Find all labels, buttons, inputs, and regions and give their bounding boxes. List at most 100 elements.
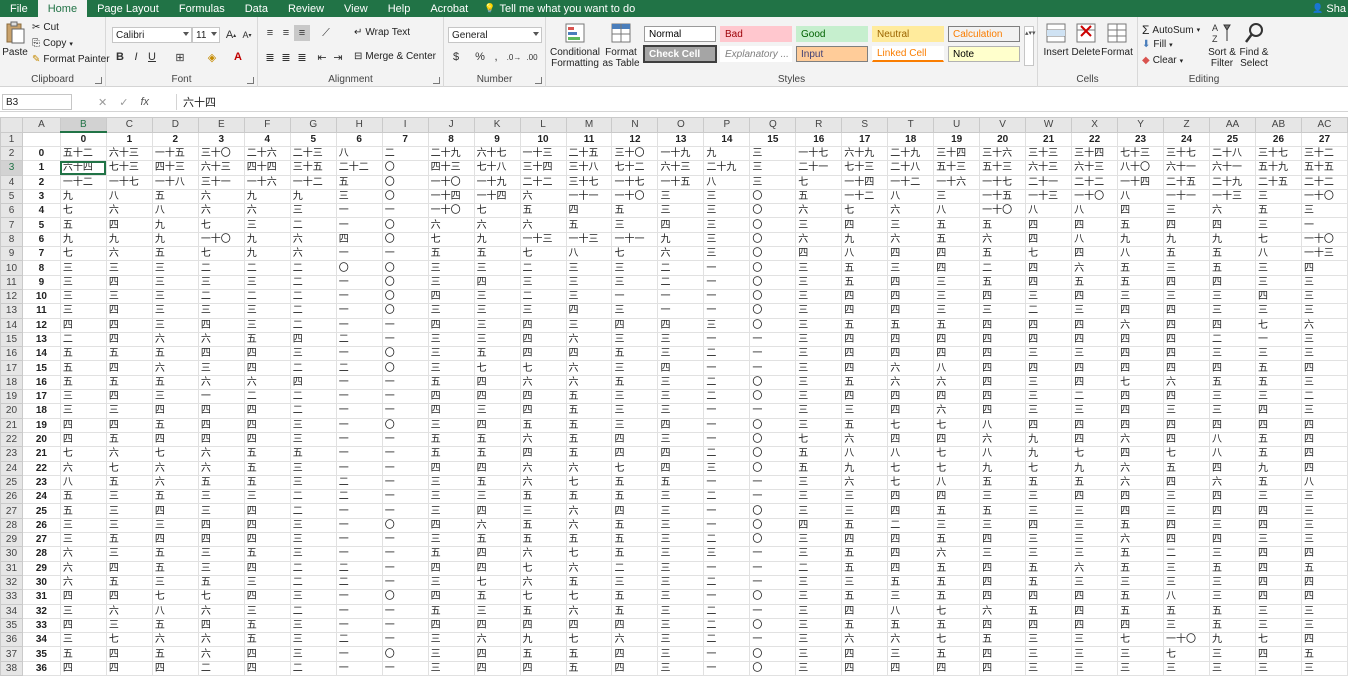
cell[interactable]: 六 xyxy=(59,560,107,576)
cell[interactable]: 三 xyxy=(243,574,291,591)
cell[interactable]: 一 xyxy=(335,517,383,534)
row-header-15[interactable]: 15 xyxy=(0,331,23,348)
cell[interactable]: 27 xyxy=(1300,131,1348,147)
cell[interactable]: 六 xyxy=(519,546,567,562)
cell[interactable]: 七 xyxy=(473,360,521,376)
cell[interactable]: 一 xyxy=(335,346,383,362)
cell[interactable]: 一 xyxy=(335,274,383,290)
cell[interactable]: 二十二 xyxy=(335,160,383,176)
row-header-18[interactable]: 18 xyxy=(0,374,23,391)
cell[interactable]: 三 xyxy=(1025,346,1073,362)
cell[interactable]: 六 xyxy=(197,603,245,619)
cell[interactable]: 三 xyxy=(795,260,843,276)
number-format-combo[interactable]: General xyxy=(448,27,542,43)
row-header-3[interactable]: 3 xyxy=(0,160,23,176)
row-header-19[interactable]: 19 xyxy=(0,389,23,405)
cell[interactable]: 四 xyxy=(841,532,889,548)
cell[interactable]: 八 xyxy=(1071,203,1119,219)
cell[interactable]: 一 xyxy=(657,303,705,319)
cell[interactable]: 一 xyxy=(749,560,797,576)
cell[interactable]: 三 xyxy=(795,660,843,676)
cell[interactable]: 四 xyxy=(887,288,935,305)
cell[interactable]: 三十二 xyxy=(1300,145,1348,162)
cell[interactable]: 〇 xyxy=(749,303,797,319)
cell[interactable]: 六 xyxy=(197,460,245,476)
cell[interactable]: 六 xyxy=(1117,532,1165,548)
cell[interactable]: 三 xyxy=(887,260,935,276)
cell[interactable]: 三 xyxy=(1209,288,1256,305)
cell[interactable]: 一 xyxy=(703,503,751,519)
cell[interactable]: 一 xyxy=(749,474,797,491)
cell[interactable]: 一十九 xyxy=(657,145,705,162)
cell[interactable]: 一 xyxy=(703,403,751,419)
cell[interactable]: 一 xyxy=(703,417,751,433)
cell[interactable]: 六 xyxy=(565,331,613,348)
cell[interactable]: 四 xyxy=(1025,274,1073,290)
cell[interactable]: 六 xyxy=(473,632,521,648)
cell[interactable]: 五 xyxy=(1254,446,1302,462)
cell[interactable]: 一十〇 xyxy=(427,174,475,190)
cell[interactable]: 六 xyxy=(519,474,567,491)
cell[interactable]: 三 xyxy=(1025,489,1073,505)
cell[interactable]: 七 xyxy=(887,417,935,433)
column-header-k[interactable]: K xyxy=(473,117,521,133)
cell[interactable]: 三 xyxy=(795,360,843,376)
cell[interactable]: 二十八 xyxy=(1209,145,1256,162)
cell[interactable]: 三 xyxy=(795,646,843,662)
cell[interactable]: 四 xyxy=(887,660,935,676)
cell[interactable]: 九 xyxy=(1254,460,1302,476)
cell[interactable]: 四 xyxy=(1025,317,1073,333)
enter-icon[interactable]: ✓ xyxy=(119,96,128,109)
cell[interactable]: 三 xyxy=(519,503,567,519)
cell[interactable]: 五 xyxy=(933,574,981,591)
cell[interactable]: 三 xyxy=(657,374,705,391)
middle-align-button[interactable]: ≡ xyxy=(278,25,294,41)
cell[interactable]: 二 xyxy=(611,560,659,576)
cell[interactable]: 三 xyxy=(1300,617,1348,634)
cell[interactable]: 一 xyxy=(381,489,429,505)
cell[interactable]: 一 xyxy=(381,331,429,348)
cell[interactable]: 三 xyxy=(1025,503,1073,519)
cell[interactable]: 三 xyxy=(795,303,843,319)
underline-button[interactable]: U xyxy=(144,49,160,65)
cell[interactable]: 三 xyxy=(105,517,153,534)
cell[interactable]: 五 xyxy=(933,231,981,248)
cell[interactable]: 二 xyxy=(657,260,705,276)
cell[interactable]: 一十三 xyxy=(565,231,613,248)
cell[interactable]: 一 xyxy=(381,560,429,576)
tab-review[interactable]: Review xyxy=(278,0,334,17)
row-header-37[interactable]: 37 xyxy=(0,646,23,662)
cell[interactable]: 二 xyxy=(703,346,751,362)
cell[interactable]: 三 xyxy=(657,660,705,676)
row-header-5[interactable]: 5 xyxy=(0,188,23,205)
cell[interactable]: 四 xyxy=(611,646,659,662)
cell[interactable]: 四 xyxy=(795,517,843,534)
cut-button[interactable]: ✂ Cut xyxy=(32,22,59,33)
cell[interactable]: 四十三 xyxy=(427,160,475,176)
cell[interactable]: 五 xyxy=(611,532,659,548)
cell[interactable]: 五 xyxy=(565,532,613,548)
cell[interactable]: 六 xyxy=(105,246,153,262)
cell[interactable]: 五 xyxy=(611,546,659,562)
cell[interactable]: 三 xyxy=(979,546,1027,562)
cell[interactable]: 7 xyxy=(21,246,61,262)
tab-data[interactable]: Data xyxy=(235,0,278,17)
cell[interactable]: 三 xyxy=(1254,274,1302,290)
cell[interactable]: 五 xyxy=(59,346,107,362)
cell[interactable]: 四 xyxy=(105,589,153,605)
cell[interactable]: 五 xyxy=(1163,460,1210,476)
cell[interactable]: 三 xyxy=(795,546,843,562)
cell[interactable]: 三 xyxy=(565,274,613,290)
column-header-b[interactable]: B xyxy=(59,117,107,133)
align-center-button[interactable]: ≣ xyxy=(278,49,294,65)
cell[interactable]: 六 xyxy=(979,231,1027,248)
cell[interactable]: 五 xyxy=(1300,560,1348,576)
cell[interactable]: 六 xyxy=(519,374,567,391)
cell[interactable]: 四 xyxy=(841,331,889,348)
column-header-r[interactable]: R xyxy=(795,117,843,133)
cell[interactable]: 三 xyxy=(1163,574,1210,591)
cell[interactable]: 五 xyxy=(611,346,659,362)
cell[interactable]: 一 xyxy=(381,246,429,262)
cell[interactable]: 三 xyxy=(59,274,107,290)
cell[interactable]: 三 xyxy=(841,574,889,591)
